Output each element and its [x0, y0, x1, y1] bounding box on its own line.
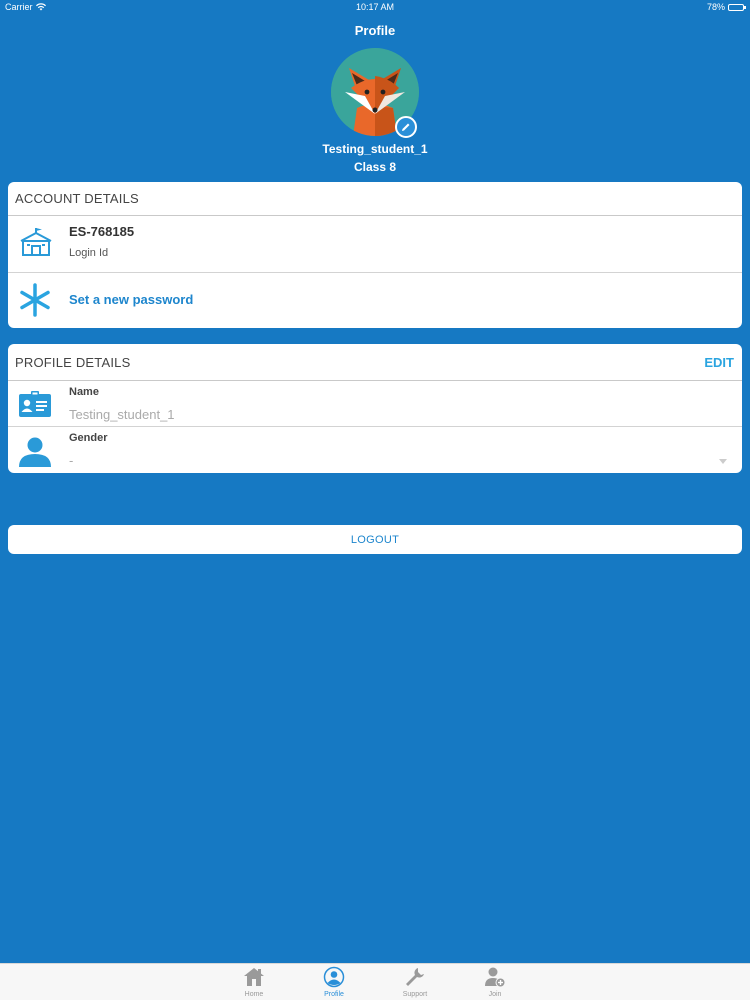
page-title: Profile [354, 23, 396, 38]
account-details-header: ACCOUNT DETAILS [8, 182, 742, 216]
asterisk-icon [20, 283, 50, 317]
account-details-title: ACCOUNT DETAILS [15, 191, 139, 206]
gender-label: Gender [69, 432, 108, 444]
set-password-link[interactable]: Set a new password [69, 292, 193, 307]
battery-percent: 78% [706, 2, 725, 12]
edit-profile-button[interactable]: EDIT [704, 355, 734, 370]
tab-bar: Home Profile Support Join [0, 963, 750, 1000]
tab-home-label: Home [244, 991, 264, 998]
status-bar: Carrier 10:17 AM 78% [0, 0, 750, 14]
profile-icon [323, 966, 345, 988]
tab-join[interactable]: Join [465, 966, 525, 998]
profile-details-header: PROFILE DETAILS EDIT [8, 344, 742, 381]
add-user-icon [485, 967, 506, 988]
school-icon [20, 228, 52, 256]
user-class: Class 8 [353, 160, 397, 174]
login-id-value: ES-768185 [69, 224, 135, 239]
id-card-icon [19, 391, 51, 417]
tab-join-label: Join [488, 991, 502, 998]
user-icon [19, 437, 51, 467]
user-name: Testing_student_1 [322, 142, 428, 156]
edit-avatar-button[interactable] [395, 116, 417, 138]
profile-details-card: PROFILE DETAILS EDIT Name Testing_studen… [8, 344, 742, 473]
profile-details-title: PROFILE DETAILS [15, 354, 131, 370]
logout-button[interactable]: LOGOUT [8, 525, 742, 554]
gender-field-row[interactable]: Gender - [8, 427, 742, 473]
tab-profile-label: Profile [324, 991, 344, 998]
battery-icon [728, 3, 746, 11]
tab-home[interactable]: Home [224, 966, 284, 998]
pencil-icon [402, 123, 410, 131]
status-time: 10:17 AM [355, 2, 395, 12]
tab-profile[interactable]: Profile [304, 966, 364, 998]
gender-select[interactable]: - [69, 453, 73, 468]
set-password-row[interactable]: Set a new password [8, 273, 742, 327]
name-field-row: Name Testing_student_1 [8, 381, 742, 427]
name-label: Name [69, 386, 99, 398]
tab-support[interactable]: Support [385, 966, 445, 998]
dropdown-caret-icon [719, 459, 727, 464]
login-id-row: ES-768185 Login Id [8, 216, 742, 273]
tab-support-label: Support [402, 991, 428, 998]
home-icon [244, 968, 264, 986]
account-details-card: ACCOUNT DETAILS ES-768185 Login Id Set a [8, 182, 742, 328]
login-id-label: Login Id [69, 247, 109, 259]
wrench-icon [406, 968, 424, 986]
name-input[interactable]: Testing_student_1 [69, 407, 175, 422]
